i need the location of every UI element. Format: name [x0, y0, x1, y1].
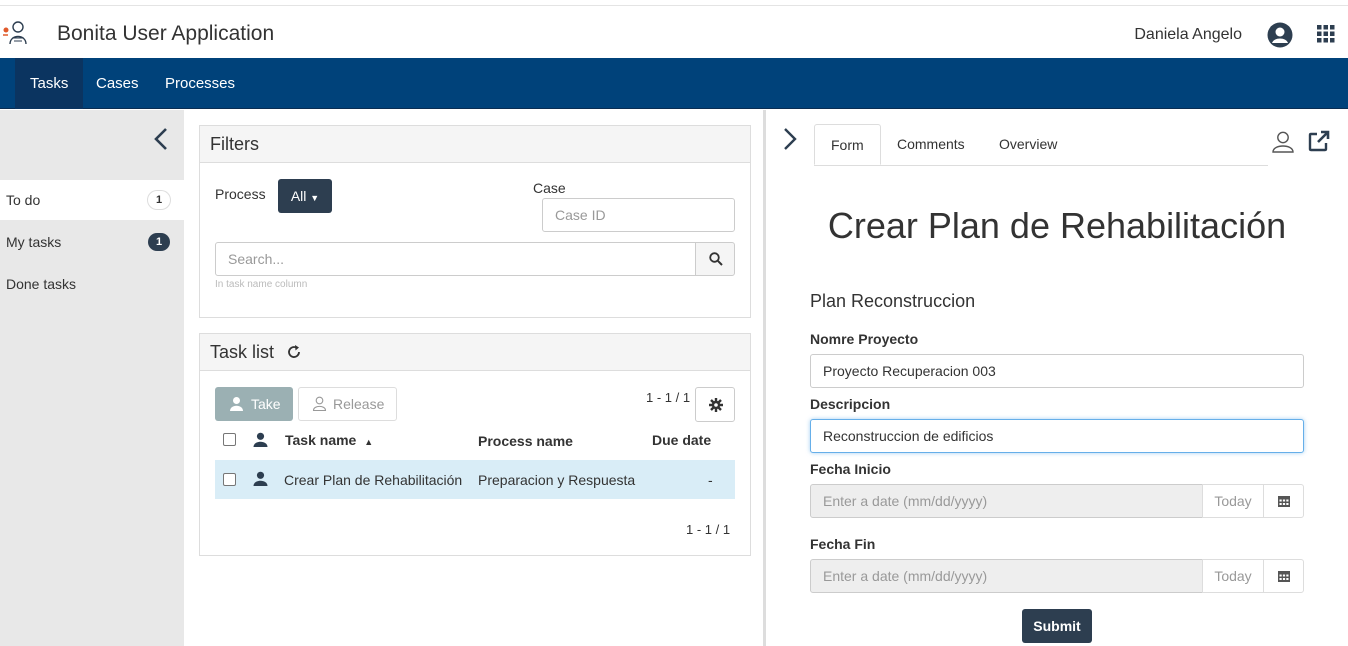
form-subtitle: Plan Reconstruccion [810, 291, 976, 311]
case-label: Case [533, 180, 566, 196]
tab-comments[interactable]: Comments [881, 124, 981, 165]
calendar-icon [1278, 496, 1290, 507]
refresh-icon[interactable] [286, 344, 302, 360]
panel-divider[interactable] [763, 110, 766, 646]
fecha-inicio-today-button[interactable]: Today [1202, 484, 1264, 518]
task-list-panel: Task list Take Release 1 - 1 / 1 Task na… [199, 333, 751, 556]
filters-title: Filters [200, 126, 750, 163]
tab-overview[interactable]: Overview [983, 124, 1073, 165]
select-all-checkbox[interactable] [223, 433, 236, 446]
sidebar-item-to-do[interactable]: To do 1 [0, 180, 184, 220]
count-badge: 1 [148, 233, 170, 251]
submit-button[interactable]: Submit [1022, 609, 1092, 643]
gear-icon [709, 398, 723, 412]
row-checkbox[interactable] [223, 473, 236, 486]
column-header-due-date[interactable]: Due date [652, 432, 711, 448]
tab-form[interactable]: Form [814, 124, 881, 165]
assignee-column-icon [253, 432, 268, 447]
table-settings-button[interactable] [695, 387, 735, 422]
main-navbar: Tasks Cases Processes [0, 58, 1348, 109]
nav-tasks[interactable]: Tasks [15, 58, 84, 109]
sidebar-item-label: To do [6, 192, 41, 208]
task-name-cell[interactable]: Crear Plan de Rehabilitación [284, 472, 462, 488]
fecha-fin-today-button[interactable]: Today [1202, 559, 1264, 593]
nav-processes[interactable]: Processes [150, 58, 250, 109]
pager-bottom: 1 - 1 / 1 [686, 522, 731, 537]
pager-top: 1 - 1 / 1 [646, 390, 691, 405]
form-title: Crear Plan de Rehabilitación [827, 205, 1287, 246]
fecha-fin-input[interactable]: Enter a date (mm/dd/yyyy) [810, 559, 1203, 593]
column-header-process-name[interactable]: Process name [478, 433, 573, 449]
open-in-new-window-icon[interactable] [1308, 130, 1330, 152]
field-label-descripcion: Descripcion [810, 396, 891, 412]
count-badge: 1 [148, 191, 170, 209]
field-label-nombre-proyecto: Nomre Proyecto [810, 331, 919, 347]
case-id-input[interactable]: Case ID [542, 198, 735, 232]
search-hint: In task name column [215, 279, 308, 290]
nav-cases[interactable]: Cases [81, 58, 154, 109]
field-label-fecha-inicio: Fecha Inicio [810, 461, 891, 477]
field-label-fecha-fin: Fecha Fin [810, 536, 876, 552]
assign-user-icon[interactable] [1271, 130, 1295, 154]
due-date-cell: - [708, 472, 713, 488]
take-label: Take [251, 396, 281, 412]
user-account-icon[interactable] [1267, 22, 1293, 48]
descripcion-input[interactable]: Reconstruccion de edificios [810, 419, 1304, 453]
top-bar: Bonita User Application Daniela Angelo [0, 5, 1348, 58]
release-label: Release [333, 396, 385, 412]
user-name[interactable]: Daniela Angelo [1134, 26, 1242, 44]
calendar-icon [1278, 571, 1290, 582]
task-filter-sidebar: To do 1 My tasks 1 Done tasks [0, 110, 184, 646]
process-dropdown-button[interactable]: All ▼ [278, 179, 332, 213]
process-name-cell: Preparacion y Respuesta [478, 472, 636, 488]
sort-ascending-icon: ▲ [364, 437, 374, 447]
table-row[interactable]: Crear Plan de Rehabilitación Preparacion… [215, 460, 735, 499]
take-button[interactable]: Take [215, 387, 293, 421]
fecha-inicio-calendar-button[interactable] [1263, 484, 1304, 518]
release-button[interactable]: Release [298, 387, 397, 421]
app-grid-icon[interactable] [1317, 25, 1335, 43]
expand-panel-icon[interactable] [781, 126, 799, 152]
search-icon [709, 252, 723, 266]
tab-underline [814, 165, 1268, 166]
task-list-title: Task list [210, 342, 275, 362]
user-icon [230, 397, 243, 411]
fecha-inicio-input[interactable]: Enter a date (mm/dd/yyyy) [810, 484, 1203, 518]
column-label: Task name [285, 432, 357, 448]
search-button[interactable] [695, 242, 735, 276]
nombre-proyecto-input[interactable]: Proyecto Recuperacion 003 [810, 354, 1304, 388]
process-dropdown-value: All [290, 188, 307, 204]
sidebar-item-label: Done tasks [6, 276, 77, 292]
search-input[interactable]: Search... [215, 242, 696, 276]
filters-panel: Filters Process All ▼ Case Case ID Searc… [199, 125, 751, 318]
task-list-header: Task list [200, 334, 750, 371]
sidebar-item-done-tasks[interactable]: Done tasks [0, 264, 184, 304]
app-title: Bonita User Application [57, 22, 275, 45]
fecha-fin-calendar-button[interactable] [1263, 559, 1304, 593]
sidebar-item-label: My tasks [6, 234, 62, 250]
user-outline-icon [312, 396, 327, 411]
sidebar-item-my-tasks[interactable]: My tasks 1 [0, 222, 184, 262]
collapse-sidebar-icon[interactable] [152, 126, 170, 152]
column-header-task-name[interactable]: Task name ▲ [285, 432, 373, 448]
caret-down-icon: ▼ [310, 193, 320, 203]
assignee-icon [253, 471, 268, 486]
process-label: Process [215, 186, 266, 202]
bonita-logo-icon [3, 21, 27, 45]
